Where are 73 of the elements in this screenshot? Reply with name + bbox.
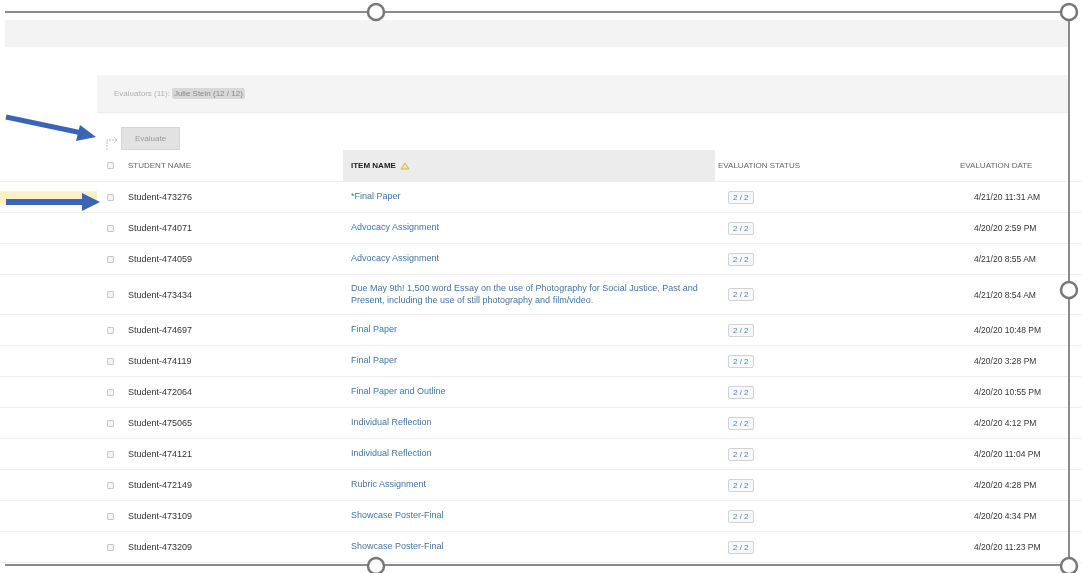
- evaluation-date: 4/20/20 10:55 PM: [974, 387, 1042, 397]
- evaluation-date: 4/20/20 2:59 PM: [974, 223, 1037, 233]
- item-link[interactable]: Advocacy Assignment: [346, 253, 440, 265]
- status-badge[interactable]: 2 / 2: [728, 221, 754, 235]
- item-link[interactable]: Final Paper: [346, 355, 398, 367]
- evaluation-date: 4/20/20 11:23 PM: [974, 542, 1041, 552]
- checkbox[interactable]: [107, 291, 114, 298]
- item-link[interactable]: Advocacy Assignment: [346, 222, 440, 234]
- checkbox[interactable]: [107, 162, 114, 169]
- student-name: Student-473209: [128, 542, 193, 552]
- status-badge[interactable]: 2 / 2: [728, 447, 754, 461]
- evaluation-date: 4/20/20 10:48 PM: [974, 325, 1042, 335]
- status-badge[interactable]: 2 / 2: [728, 354, 754, 368]
- student-name: Student-475065: [128, 418, 193, 428]
- item-link[interactable]: Individual Reflection: [346, 417, 432, 429]
- student-name: Student-474121: [128, 449, 193, 459]
- evaluator-chip[interactable]: Julie Stein (12 / 12): [171, 88, 245, 99]
- item-link[interactable]: Final Paper and Outline: [346, 386, 446, 398]
- checkbox[interactable]: [107, 388, 114, 396]
- student-name: Student-474119: [128, 356, 192, 366]
- evaluation-date: 4/20/20 4:12 PM: [974, 418, 1037, 428]
- resize-handle[interactable]: [1059, 556, 1079, 573]
- resize-handle[interactable]: [1059, 280, 1079, 300]
- checkbox[interactable]: [107, 419, 114, 427]
- checkbox[interactable]: [107, 326, 114, 334]
- status-badge[interactable]: 2 / 2: [728, 478, 754, 492]
- column-header[interactable]: EVALUATION DATE: [957, 150, 1068, 181]
- column-header[interactable]: ITEM NAME: [343, 150, 715, 181]
- evaluation-date: 4/20/20 11:04 PM: [974, 449, 1041, 459]
- student-name: Student-473276: [128, 192, 193, 202]
- student-name: Student-473109: [128, 511, 193, 521]
- checkbox[interactable]: [107, 543, 114, 551]
- status-badge[interactable]: 2 / 2: [728, 252, 754, 266]
- resize-handle[interactable]: [366, 2, 386, 22]
- evaluation-date: 4/21/20 8:54 AM: [974, 289, 1036, 300]
- status-badge[interactable]: 2 / 2: [728, 190, 754, 204]
- evaluation-date: 4/21/20 11:31 AM: [974, 192, 1040, 202]
- status-badge[interactable]: 2 / 2: [728, 385, 754, 399]
- checkbox[interactable]: [107, 512, 114, 520]
- status-badge[interactable]: 2 / 2: [728, 509, 754, 523]
- column-header[interactable]: STUDENT NAME: [125, 150, 343, 181]
- student-name: Student-474059: [128, 254, 193, 264]
- status-badge[interactable]: 2 / 2: [728, 288, 754, 301]
- status-badge[interactable]: 2 / 2: [728, 540, 754, 554]
- student-name: Student-472064: [128, 387, 193, 397]
- evaluation-date: 4/21/20 8:55 AM: [974, 254, 1036, 264]
- item-link[interactable]: Due May 9th! 1,500 word Essay on the use of Photography for Social Justice, Past and Present, including the use of still photography and film/video.: [346, 282, 715, 307]
- checkbox[interactable]: [107, 224, 114, 232]
- checkbox[interactable]: [107, 481, 114, 489]
- student-name: Student-474697: [128, 325, 193, 335]
- status-badge[interactable]: 2 / 2: [728, 323, 754, 337]
- checkbox[interactable]: [107, 450, 114, 458]
- column-header[interactable]: EVALUATION STATUS: [715, 150, 957, 181]
- status-badge[interactable]: 2 / 2: [728, 416, 754, 430]
- selection-frame[interactable]: [4, 11, 1070, 566]
- checkbox[interactable]: [107, 193, 114, 201]
- student-name: Student-473434: [128, 289, 193, 300]
- item-link[interactable]: Showcase Poster-Final: [346, 541, 444, 553]
- item-link[interactable]: Individual Reflection: [346, 448, 432, 460]
- evaluation-date: 4/20/20 3:28 PM: [974, 356, 1037, 366]
- evaluation-date: 4/20/20 4:34 PM: [974, 511, 1037, 521]
- evaluation-date: 4/20/20 4:28 PM: [974, 480, 1037, 490]
- student-name: Student-474071: [128, 223, 193, 233]
- student-name: Student-472149: [128, 480, 193, 490]
- checkbox[interactable]: [107, 357, 114, 365]
- item-link[interactable]: Final Paper: [346, 324, 398, 336]
- resize-handle[interactable]: [366, 556, 386, 573]
- resize-handle[interactable]: [1059, 2, 1079, 22]
- item-link[interactable]: Rubric Assignment: [346, 479, 427, 491]
- sort-ascending-icon: [399, 161, 410, 170]
- item-link[interactable]: *Final Paper: [346, 191, 401, 203]
- checkbox[interactable]: [107, 255, 114, 263]
- item-link[interactable]: Showcase Poster-Final: [346, 510, 444, 522]
